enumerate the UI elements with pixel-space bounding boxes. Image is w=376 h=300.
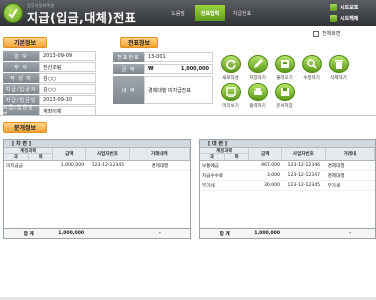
department-row: 부 서 전산조팀	[3, 62, 96, 72]
print-button[interactable]: 출력하기	[245, 83, 270, 109]
protect-sheet-button[interactable]: 시트보호	[330, 2, 376, 12]
voucher-number-label: 전표번호	[113, 52, 144, 62]
unprotect-icon	[330, 14, 337, 22]
currency-symbol: ₩	[148, 66, 154, 72]
payer-label: 지급/입금자	[3, 84, 39, 94]
preview-button[interactable]: 미리보기	[218, 83, 243, 109]
page-title: 지급(입금,대체)전표	[27, 11, 137, 25]
debit-total-label: 합 계	[23, 231, 34, 237]
debit-table: [ 차 변 ] 계정과목 과목 금액 사업자번호 거래내역 미지급금 1,000…	[3, 139, 191, 239]
table-row[interactable]: 미지급금 1,000,000 123-12-12345 경제대행	[4, 161, 190, 171]
debit-total-row: 합 계 1,000,000 -	[4, 228, 190, 238]
debit-desc-header: 거래내역	[130, 148, 190, 160]
voucher-info-heading: 전표정보	[120, 37, 158, 48]
delete-button[interactable]: 삭제하기	[326, 55, 351, 81]
credit-table: [ 대 변 ] 계정과목 과목 금액 사업자번호 거래내 보통예금 967,00…	[199, 139, 376, 239]
tab-help[interactable]: 도움말	[163, 5, 193, 21]
debit-total-amount: 1,000,000	[58, 231, 85, 236]
debit-header: 계정과목 과목 금액 사업자번호 거래내역	[4, 148, 190, 161]
debit-account-header: 계정과목 과목	[4, 148, 54, 160]
credit-desc-header: 거래내	[326, 148, 375, 160]
basic-info-form: 일 자 2013-09-09 부 서 전산조팀 작 성 자 김○○ 지급/입금자…	[3, 51, 96, 118]
unprotect-sheet-button[interactable]: 시트해제	[330, 13, 376, 23]
table-row[interactable]: 지급수수료 3,000 123-12-12347 경제대행	[200, 171, 375, 181]
table-row[interactable]: 부가세 30,000 123-12-12345 부가세	[200, 181, 375, 191]
payment-date-field[interactable]: 2013-09-10	[39, 95, 96, 105]
amount-row: 금 액 ₩ 1,000,000	[113, 64, 213, 74]
refresh-icon	[220, 55, 241, 73]
payer-field[interactable]: 김○○	[39, 84, 96, 94]
save-document-button[interactable]: 문서저장	[272, 83, 297, 109]
protect-icon	[330, 3, 337, 11]
full-screen-toggle[interactable]: 전체화면	[313, 30, 340, 37]
memo-label: 내 역	[113, 76, 144, 104]
memo-field[interactable]: 경제대행 미지급전표	[144, 76, 213, 104]
table-row[interactable]: 보통예금 967,000 123-12-12346 경제대행	[200, 161, 375, 171]
save-icon	[274, 83, 295, 101]
full-screen-label: 전체화면	[322, 31, 341, 37]
load-button[interactable]: 불러오기	[272, 55, 297, 81]
payer-row: 지급/입금자 김○○	[3, 84, 96, 94]
credit-total-label: 합 계	[219, 231, 230, 237]
author-field[interactable]: 김○○	[39, 73, 96, 83]
author-label: 작 성 자	[3, 73, 39, 83]
amount-label: 금 액	[113, 64, 144, 74]
checkbox-icon[interactable]	[313, 30, 319, 37]
print-icon	[247, 83, 268, 101]
new-button[interactable]: 새로작성	[218, 55, 243, 81]
basic-info-heading: 기본정보	[3, 37, 47, 48]
author-row: 작 성 자 김○○	[3, 73, 96, 83]
date-label: 일 자	[3, 51, 39, 61]
amount-value: 1,000,000	[180, 66, 209, 72]
tab-payment-voucher[interactable]: 지급전표	[227, 5, 257, 21]
debit-total-dash: -	[158, 231, 161, 236]
credit-header: 계정과목 과목 금액 사업자번호 거래내	[200, 148, 375, 161]
memo-row: 내 역 경제대행 미지급전표	[113, 76, 213, 104]
app-header: 업무자동화엑셀 지급(입금,대체)전표 도움말 전표입력 지급전표 시트보호 시…	[0, 0, 376, 26]
edit-button[interactable]: 수정하기	[299, 55, 324, 81]
department-field[interactable]: 전산조팀	[39, 62, 96, 72]
debit-amount-header: 금액	[53, 148, 87, 160]
voucher-number-row: 전표번호 13-001	[113, 52, 213, 62]
date-field[interactable]: 2013-09-09	[39, 51, 96, 61]
save-button[interactable]: 저장하기	[245, 55, 270, 81]
tab-voucher-entry[interactable]: 전표입력	[195, 5, 225, 21]
credit-amount-header: 금액	[249, 148, 283, 160]
trash-icon	[328, 55, 349, 73]
edit-icon	[301, 55, 322, 73]
credit-total-row: 합 계 1,000,000 -	[200, 228, 375, 238]
department-label: 부 서	[3, 62, 39, 72]
amount-field[interactable]: ₩ 1,000,000	[144, 64, 213, 74]
date-row: 일 자 2013-09-09	[3, 51, 96, 61]
debit-bizno-header: 사업자번호	[86, 148, 130, 160]
voucher-number-field[interactable]: 13-001	[144, 52, 213, 62]
split-info-heading: 분개정보	[3, 122, 47, 133]
credit-total-amount: 1,000,000	[254, 231, 281, 236]
voucher-info-form: 전표번호 13-001 금 액 ₩ 1,000,000 내 역 경제대행 미지급…	[113, 52, 213, 106]
credit-account-header: 계정과목 과목	[200, 148, 250, 160]
preview-icon	[220, 83, 241, 101]
pencil-icon	[247, 55, 268, 73]
load-icon	[274, 55, 295, 73]
credit-total-dash: -	[349, 231, 352, 236]
credit-bizno-header: 사업자번호	[282, 148, 326, 160]
section-divider	[0, 115, 376, 116]
app-logo-icon	[3, 3, 23, 23]
